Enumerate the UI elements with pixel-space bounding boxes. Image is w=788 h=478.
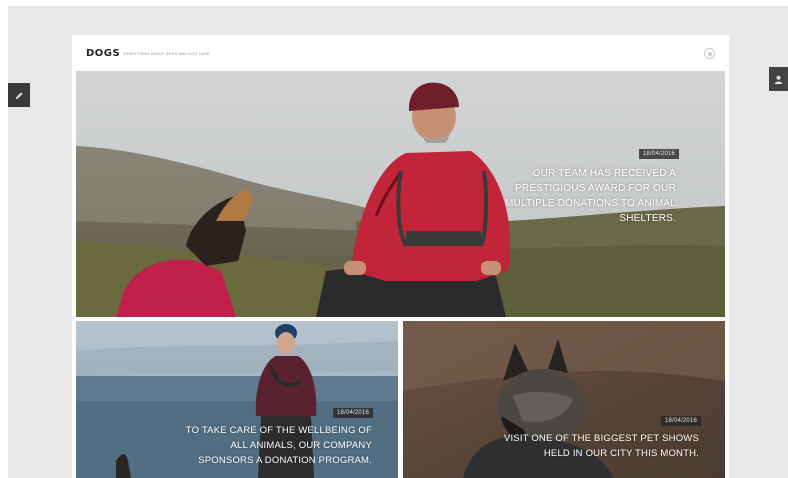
edit-tab[interactable] xyxy=(8,83,30,107)
site-header: DOGS Everything about dogs and dog care xyxy=(72,35,729,71)
post-date: 18/04/2016 xyxy=(333,408,374,418)
post-tile[interactable]: 18/04/2016 To take care of the wellbeing… xyxy=(76,321,398,478)
user-icon xyxy=(774,75,783,84)
post-date: 18/04/2016 xyxy=(661,416,702,426)
menu-toggle-icon[interactable] xyxy=(704,48,715,59)
post-title[interactable]: Visit one of the biggest pet shows held … xyxy=(503,431,699,461)
site-logo[interactable]: DOGS xyxy=(86,48,120,59)
post-date: 18/04/2016 xyxy=(639,149,680,159)
site-tagline: Everything about dogs and dog care xyxy=(123,52,210,56)
page-container: DOGS Everything about dogs and dog care xyxy=(72,35,729,478)
featured-post-tile[interactable]: 18/04/2016 Our team has received a prest… xyxy=(76,71,725,317)
pencil-icon xyxy=(15,91,23,99)
account-tab[interactable] xyxy=(769,67,788,91)
post-tile[interactable]: 18/04/2016 Visit one of the biggest pet … xyxy=(403,321,725,478)
post-title[interactable]: Our team has received a prestigious awar… xyxy=(501,166,676,226)
post-title[interactable]: To take care of the wellbeing of all ani… xyxy=(184,423,372,468)
